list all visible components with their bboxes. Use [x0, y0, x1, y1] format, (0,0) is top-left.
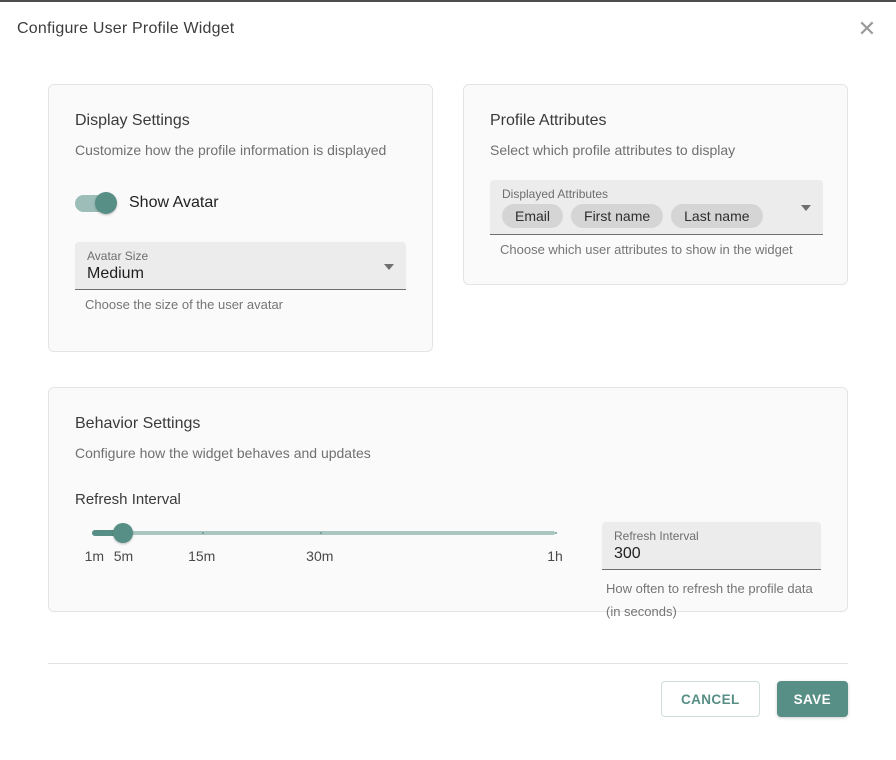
profile-attributes-subtitle: Select which profile attributes to displ… — [490, 142, 821, 158]
refresh-interval-input-value: 300 — [614, 545, 809, 563]
slider-mark-dot-15m — [202, 532, 204, 534]
slider-mark-dot-1h — [555, 532, 557, 534]
profile-attributes-title: Profile Attributes — [490, 112, 821, 130]
footer-actions: CANCEL SAVE — [661, 681, 848, 717]
behavior-row: 1m 5m 15m 30m 1h Refresh Interval 300 Ho… — [75, 522, 821, 624]
refresh-interval-input[interactable]: Refresh Interval 300 — [602, 522, 821, 570]
refresh-interval-helper-line2: (in seconds) — [606, 601, 821, 624]
displayed-attributes-label: Displayed Attributes — [502, 187, 811, 201]
profile-attributes-card: Profile Attributes Select which profile … — [463, 84, 848, 285]
cancel-button[interactable]: CANCEL — [661, 681, 760, 717]
displayed-attributes-select[interactable]: Displayed Attributes Email First name La… — [490, 180, 823, 235]
behavior-settings-card: Behavior Settings Configure how the widg… — [48, 387, 848, 612]
behavior-settings-subtitle: Configure how the widget behaves and upd… — [75, 445, 821, 461]
refresh-slider-col: 1m 5m 15m 30m 1h — [75, 522, 571, 624]
avatar-size-value: Medium — [87, 265, 394, 283]
slider-label-30m[interactable]: 30m — [306, 548, 333, 564]
display-settings-title: Display Settings — [75, 112, 406, 130]
refresh-interval-slider[interactable] — [92, 522, 555, 544]
slider-mark-labels: 1m 5m 15m 30m 1h — [92, 548, 555, 566]
slider-thumb[interactable] — [113, 523, 133, 543]
avatar-size-select[interactable]: Avatar Size Medium — [75, 242, 406, 290]
refresh-input-col: Refresh Interval 300 How often to refres… — [602, 522, 821, 624]
toggle-thumb-icon — [95, 192, 117, 214]
avatar-size-helper: Choose the size of the user avatar — [75, 297, 406, 312]
refresh-interval-input-label: Refresh Interval — [614, 529, 809, 543]
avatar-size-label: Avatar Size — [87, 249, 394, 263]
footer-divider — [48, 663, 848, 664]
slider-rail[interactable] — [92, 531, 555, 535]
show-avatar-row: Show Avatar — [75, 192, 406, 214]
chip-last-name[interactable]: Last name — [671, 204, 762, 228]
close-icon[interactable]: ✕ — [852, 14, 882, 44]
slider-label-1h[interactable]: 1h — [547, 548, 563, 564]
window-top-edge — [0, 0, 896, 2]
refresh-interval-helper-line1: How often to refresh the profile data — [606, 578, 821, 601]
refresh-interval-heading: Refresh Interval — [75, 491, 821, 508]
dialog-title: Configure User Profile Widget — [17, 20, 234, 38]
behavior-settings-title: Behavior Settings — [75, 415, 821, 433]
chip-first-name[interactable]: First name — [571, 204, 663, 228]
show-avatar-toggle[interactable] — [75, 192, 115, 214]
slider-mark-dot-30m — [320, 532, 322, 534]
slider-label-15m[interactable]: 15m — [188, 548, 215, 564]
attribute-chips: Email First name Last name — [502, 204, 811, 228]
chip-email[interactable]: Email — [502, 204, 563, 228]
chevron-down-icon — [801, 205, 811, 211]
slider-label-5m[interactable]: 5m — [114, 548, 133, 564]
refresh-interval-helper: How often to refresh the profile data (i… — [602, 578, 821, 624]
avatar-size-field-wrap: Avatar Size Medium Choose the size of th… — [75, 242, 406, 312]
displayed-attributes-field-wrap: Displayed Attributes Email First name La… — [490, 180, 823, 257]
slider-label-1m[interactable]: 1m — [85, 548, 104, 564]
display-settings-card: Display Settings Customize how the profi… — [48, 84, 433, 352]
display-settings-subtitle: Customize how the profile information is… — [75, 142, 406, 158]
show-avatar-label: Show Avatar — [129, 194, 219, 212]
chevron-down-icon — [384, 264, 394, 270]
save-button[interactable]: SAVE — [777, 681, 848, 717]
displayed-attributes-helper: Choose which user attributes to show in … — [490, 242, 823, 257]
